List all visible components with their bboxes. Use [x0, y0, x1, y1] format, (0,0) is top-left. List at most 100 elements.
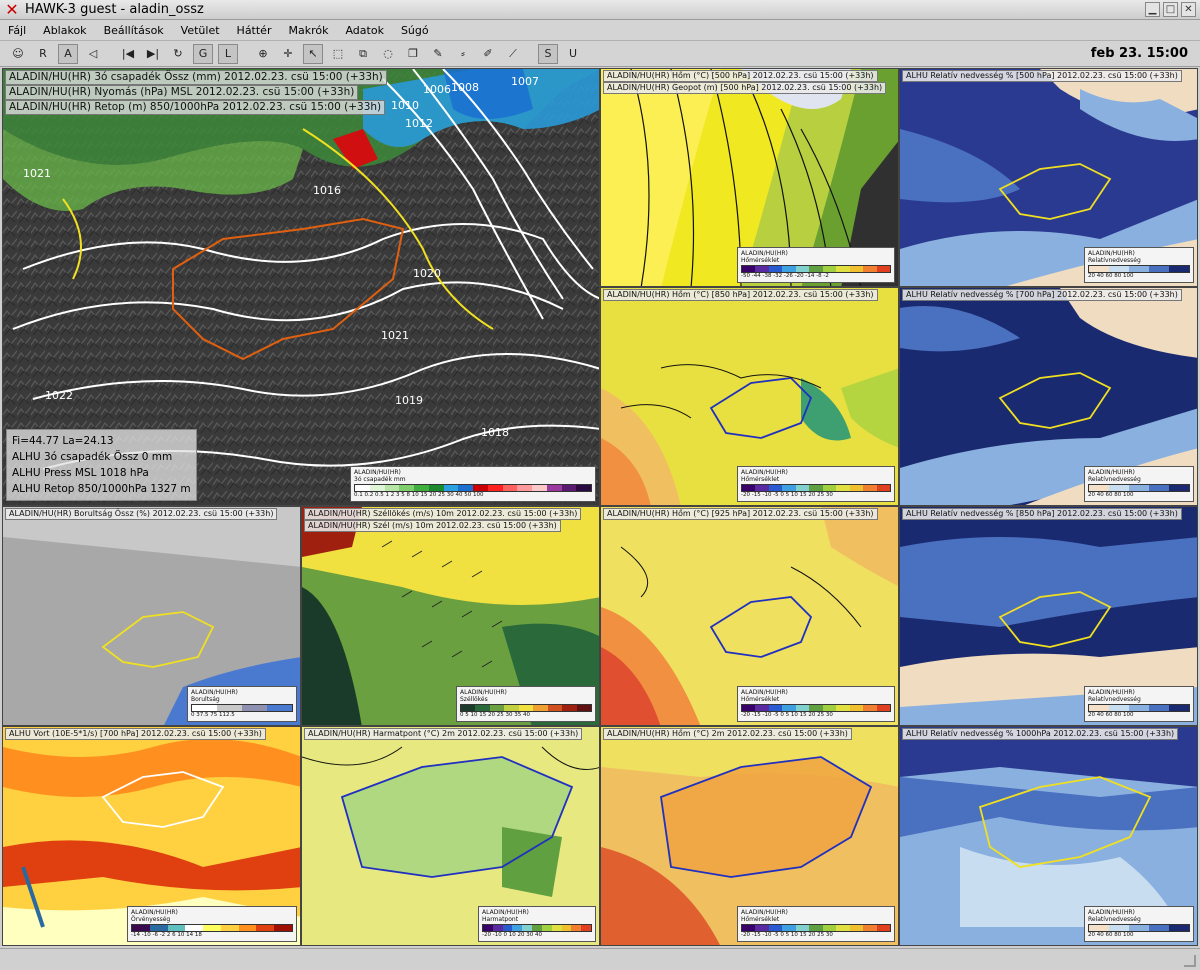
rh1000-layer[interactable]: ALHU Relatív nedvesség % 1000hPa 2012.02… — [902, 728, 1179, 740]
t500-layer-temp[interactable]: ALADIN/HU(HR) Hőm (°C) [500 hPa] 2012.02… — [603, 70, 878, 82]
legend-subtitle: Hőmérséklet — [741, 696, 780, 703]
menu-file[interactable]: Fájl — [8, 24, 26, 37]
map-panel-t2m[interactable]: ALADIN/HU(HR) Hőm (°C) 2m 2012.02.23. cs… — [600, 726, 899, 946]
legend-swatch — [876, 925, 890, 931]
wind-speed-layer[interactable]: ALADIN/HU(HR) Szél (m/s) 10m 2012.02.23.… — [304, 520, 561, 532]
map-panel-vorticity[interactable]: ALHU Vort (10E-5*1/s) [700 hPa] 2012.02.… — [2, 726, 301, 946]
first-frame-icon[interactable]: |◀ — [118, 44, 138, 64]
map-panel-t500[interactable]: ALADIN/HU(HR) Hőm (°C) [500 hPa] 2012.02… — [600, 68, 899, 287]
legend-ticks: 20 40 60 80 100 — [1088, 712, 1134, 718]
sounding-icon[interactable]: ⟋ — [503, 44, 523, 64]
legend-swatch — [458, 485, 473, 491]
legend-swatch — [576, 485, 591, 491]
edit-icon[interactable]: ✐ — [478, 44, 498, 64]
legend-swatch — [546, 485, 562, 491]
legend-swatch — [876, 485, 890, 491]
legend-subtitle: Hőmérséklet — [741, 916, 780, 923]
t925-layer[interactable]: ALADIN/HU(HR) Hőm (°C) [925 hPa] 2012.02… — [603, 508, 878, 520]
dewpoint-layer[interactable]: ALADIN/HU(HR) Harmatpont (°C) 2m 2012.02… — [304, 728, 583, 740]
isobar-label: 1008 — [451, 81, 479, 94]
legend-swatch — [809, 485, 823, 491]
legend-subtitle: Hőmérséklet — [741, 257, 780, 264]
menu-background[interactable]: Háttér — [237, 24, 272, 37]
rh500-layer[interactable]: ALHU Relatív nedvesség % [500 hPa] 2012.… — [902, 70, 1182, 82]
toolbar: ☺ R A ◁ |◀ ▶| ↻ G L ⊕ ✛ ↖ ⬚ ⧉ ◌ ❐ ✎ ⸗ ✐ … — [0, 41, 1200, 67]
map-panel-t850[interactable]: ALADIN/HU(HR) Hőm (°C) [850 hPa] 2012.02… — [600, 287, 899, 506]
select-multi-icon[interactable]: ⧉ — [353, 44, 373, 64]
zoom-icon[interactable]: ⊕ — [253, 44, 273, 64]
back-icon[interactable]: ◁ — [83, 44, 103, 64]
legend-colorbar — [1088, 484, 1190, 492]
minimize-button[interactable]: ▁ — [1145, 2, 1160, 17]
lasso-icon[interactable]: ◌ — [378, 44, 398, 64]
legend-swatch — [489, 705, 505, 711]
cloud-layer[interactable]: ALADIN/HU(HR) Borultság Össz (%) 2012.02… — [5, 508, 278, 520]
refresh-icon[interactable]: ↻ — [168, 44, 188, 64]
vorticity-layer[interactable]: ALHU Vort (10E-5*1/s) [700 hPa] 2012.02.… — [5, 728, 266, 740]
legend-swatch — [1169, 485, 1189, 491]
l-button[interactable]: L — [218, 43, 238, 64]
map-panel-rh500[interactable]: ALHU Relatív nedvesség % [500 hPa] 2012.… — [899, 68, 1198, 287]
close-button[interactable]: ✕ — [1181, 2, 1196, 17]
title-bar[interactable]: ✕ HAWK-3 guest - aladin_ossz ▁ □ ✕ — [0, 0, 1200, 20]
menu-settings[interactable]: Beállítások — [104, 24, 164, 37]
pan-icon[interactable]: ✛ — [278, 44, 298, 64]
legend-swatch — [220, 925, 239, 931]
wind-gust-layer[interactable]: ALADIN/HU(HR) Széllökés (m/s) 10m 2012.0… — [304, 508, 582, 520]
u-button[interactable]: U — [563, 44, 583, 64]
legend-subtitle: Hőmérséklet — [741, 476, 780, 483]
legend-swatch — [576, 705, 591, 711]
menu-data[interactable]: Adatok — [345, 24, 383, 37]
rh700-layer[interactable]: ALHU Relatív nedvesség % [700 hPa] 2012.… — [902, 289, 1182, 301]
map-panel-rh850[interactable]: ALHU Relatív nedvesség % [850 hPa] 2012.… — [899, 506, 1198, 726]
cursor-info-box: Fi=44.77 La=24.13 ALHU 3ó csapadék Össz … — [6, 429, 197, 501]
menu-macros[interactable]: Makrók — [288, 24, 328, 37]
wind-icon[interactable]: ⸗ — [453, 44, 473, 64]
legend-colorbar — [741, 924, 891, 932]
map-panel-t925[interactable]: ALADIN/HU(HR) Hőm (°C) [925 hPa] 2012.02… — [600, 506, 899, 726]
legend-swatch — [185, 925, 204, 931]
legend-swatch — [132, 925, 150, 931]
t2m-layer[interactable]: ALADIN/HU(HR) Hőm (°C) 2m 2012.02.23. cs… — [603, 728, 852, 740]
legend-subtitle: Harmatpont — [482, 916, 519, 923]
r-button[interactable]: R — [33, 44, 53, 64]
user-icon[interactable]: ☺ — [8, 44, 28, 64]
legend-swatch — [522, 925, 533, 931]
legend-swatch — [483, 925, 493, 931]
maximize-button[interactable]: □ — [1163, 2, 1178, 17]
isobar-label: 1012 — [405, 117, 433, 130]
t500-layer-geopot[interactable]: ALADIN/HU(HR) Geopot (m) [500 hPa] 2012.… — [603, 82, 887, 94]
map-panel-dewpoint[interactable]: ALADIN/HU(HR) Harmatpont (°C) 2m 2012.02… — [301, 726, 600, 946]
last-frame-icon[interactable]: ▶| — [143, 44, 163, 64]
select-area-icon[interactable]: ⬚ — [328, 44, 348, 64]
copy-icon[interactable]: ❐ — [403, 44, 423, 64]
legend-swatch — [502, 485, 518, 491]
menu-windows[interactable]: Ablakok — [43, 24, 86, 37]
rh850-layer[interactable]: ALHU Relatív nedvesség % [850 hPa] 2012.… — [902, 508, 1182, 520]
legend-subtitle: Örvényesség — [131, 916, 171, 923]
resize-grip-icon[interactable] — [1184, 955, 1196, 967]
t850-layer[interactable]: ALADIN/HU(HR) Hőm (°C) [850 hPa] 2012.02… — [603, 289, 878, 301]
s-button[interactable]: S — [538, 43, 558, 64]
isobar-label: 1019 — [395, 394, 423, 407]
legend-subtitle: Relatívnedvesség — [1088, 696, 1141, 703]
legend-swatch — [581, 925, 591, 931]
menu-help[interactable]: Súgó — [401, 24, 429, 37]
legend-ticks: -14 -10 -6 -2 2 6 10 14 18 — [131, 932, 202, 938]
isobar-label: 1006 — [423, 83, 451, 96]
legend-swatch — [836, 705, 850, 711]
pointer-icon[interactable]: ↖ — [303, 43, 323, 64]
map-panel-cloud[interactable]: ALADIN/HU(HR) Borultság Össz (%) 2012.02… — [2, 506, 301, 726]
a-button[interactable]: A — [58, 43, 78, 64]
menu-projection[interactable]: Vetület — [181, 24, 220, 37]
g-button[interactable]: G — [193, 43, 213, 64]
map-panel-rh1000[interactable]: ALHU Relatív nedvesség % 1000hPa 2012.02… — [899, 726, 1198, 946]
draw-icon[interactable]: ✎ — [428, 44, 448, 64]
legend-ticks: -50 -44 -38 -32 -26 -20 -14 -8 -2 — [741, 273, 829, 279]
cursor-precip-value: ALHU 3ó csapadék Össz 0 mm — [12, 451, 173, 463]
map-panel-wind[interactable]: ALADIN/HU(HR) Széllökés (m/s) 10m 2012.0… — [301, 506, 600, 726]
legend-ticks: -20 -15 -10 -5 0 5 10 15 20 25 30 — [741, 492, 833, 498]
legend-swatch — [475, 705, 490, 711]
map-panel-main[interactable]: ALADIN/HU(HR) 3ó csapadék Össz (mm) 2012… — [2, 68, 600, 506]
map-panel-rh700[interactable]: ALHU Relatív nedvesség % [700 hPa] 2012.… — [899, 287, 1198, 506]
